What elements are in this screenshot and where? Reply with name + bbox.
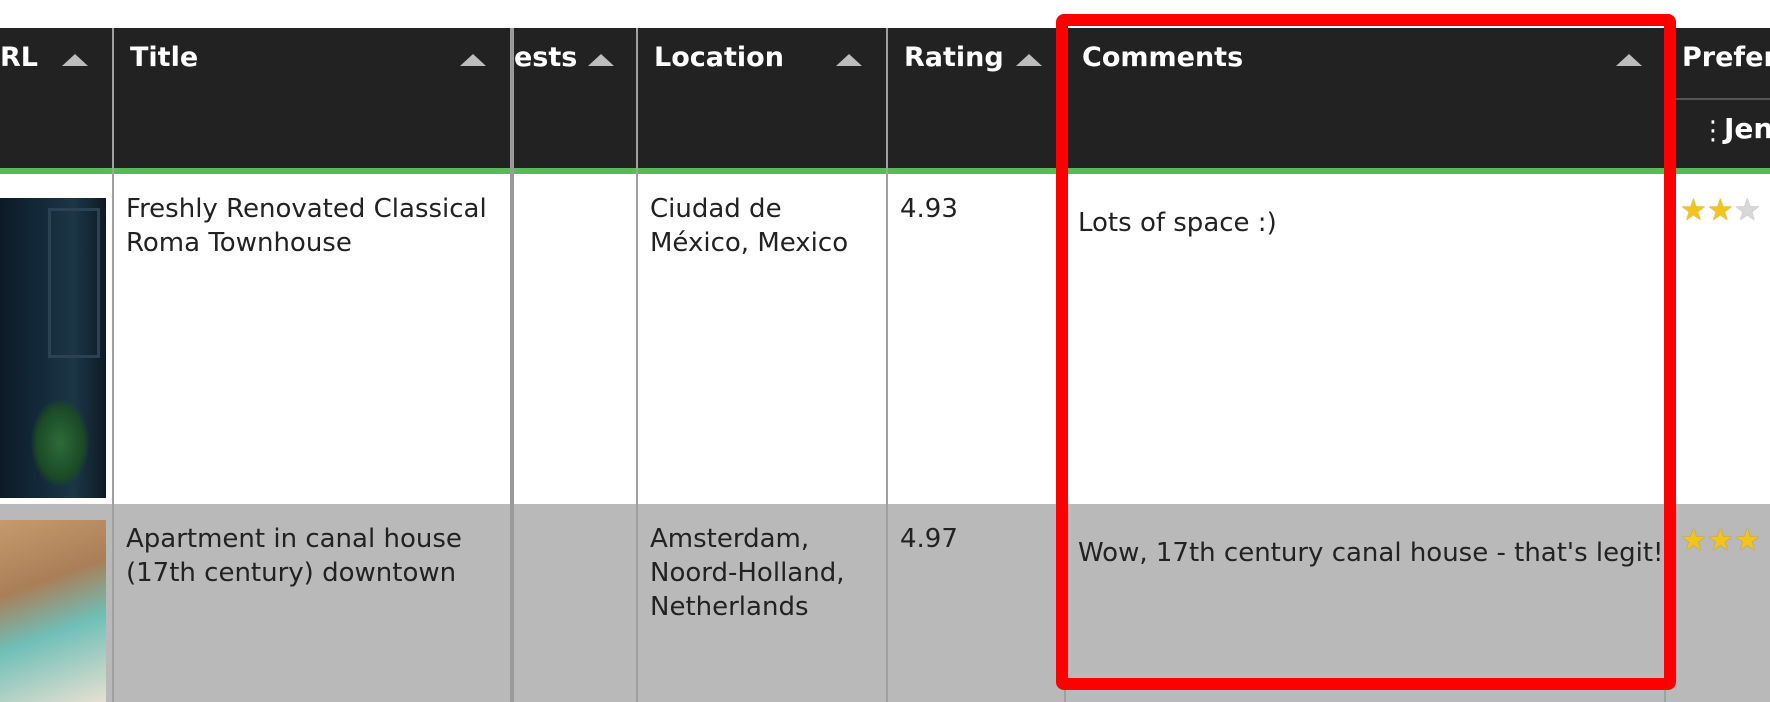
column-header-title-label: Title — [130, 42, 199, 73]
location-line: Amsterdam, — [650, 524, 810, 554]
kebab-menu-icon[interactable]: ⋮ — [1700, 116, 1726, 146]
rating-stars[interactable]: ★★★ — [1680, 196, 1761, 226]
sort-ascending-icon[interactable] — [588, 54, 614, 66]
star-filled-icon[interactable]: ★ — [1680, 523, 1707, 558]
rating-stars[interactable]: ★★★ — [1680, 526, 1761, 556]
comments-column-highlight — [1056, 14, 1676, 690]
column-header-preference[interactable]: Prefer — [1666, 28, 1770, 168]
column-header-url-label: RL — [0, 42, 38, 73]
column-header-rating[interactable]: Rating — [888, 28, 1064, 168]
rating-cell: 4.97 — [900, 524, 958, 554]
column-divider[interactable] — [886, 28, 888, 702]
star-filled-icon[interactable]: ★ — [1707, 523, 1734, 558]
column-header-location[interactable]: Location — [638, 28, 886, 168]
column-divider[interactable] — [112, 28, 114, 702]
preference-subheader-label: Jen — [1724, 112, 1770, 145]
sort-ascending-icon[interactable] — [460, 54, 486, 66]
title-line: Apartment in canal house — [126, 524, 462, 554]
title-cell: Freshly Renovated Classical Roma Townhou… — [126, 192, 487, 260]
column-divider[interactable] — [636, 28, 638, 702]
listing-photo-canal-house[interactable] — [0, 520, 106, 702]
location-line: Noord-Holland, — [650, 558, 845, 588]
column-header-rating-label: Rating — [904, 42, 1004, 73]
sort-ascending-icon[interactable] — [1016, 54, 1042, 66]
location-line: México, Mexico — [650, 228, 849, 258]
title-cell: Apartment in canal house (17th century) … — [126, 522, 462, 590]
column-divider-frozen[interactable] — [510, 28, 514, 702]
star-filled-icon[interactable]: ★ — [1680, 193, 1707, 228]
column-header-title[interactable]: Title — [114, 28, 510, 168]
sort-ascending-icon[interactable] — [836, 54, 862, 66]
column-header-url[interactable]: RL — [0, 28, 112, 168]
star-empty-icon[interactable]: ★ — [1734, 193, 1761, 228]
title-line: Roma Townhouse — [126, 228, 352, 258]
sort-ascending-icon[interactable] — [62, 54, 88, 66]
column-header-preference-label: Prefer — [1682, 42, 1770, 73]
title-line: (17th century) downtown — [126, 558, 457, 588]
star-filled-icon[interactable]: ★ — [1707, 193, 1734, 228]
location-line: Ciudad de — [650, 194, 782, 224]
plant-icon — [30, 398, 90, 488]
column-header-location-label: Location — [654, 42, 784, 73]
listing-photo-interior[interactable] — [0, 198, 106, 498]
location-line: Netherlands — [650, 592, 809, 622]
column-header-guests-label: ests — [514, 42, 578, 73]
rating-cell: 4.93 — [900, 194, 958, 224]
title-line: Freshly Renovated Classical — [126, 194, 487, 224]
location-cell: Amsterdam, Noord-Holland, Netherlands — [650, 522, 844, 624]
location-cell: Ciudad de México, Mexico — [650, 192, 848, 260]
star-filled-icon[interactable]: ★ — [1734, 523, 1761, 558]
column-header-guests[interactable]: ests — [514, 28, 636, 168]
window-frame-icon — [48, 208, 100, 358]
